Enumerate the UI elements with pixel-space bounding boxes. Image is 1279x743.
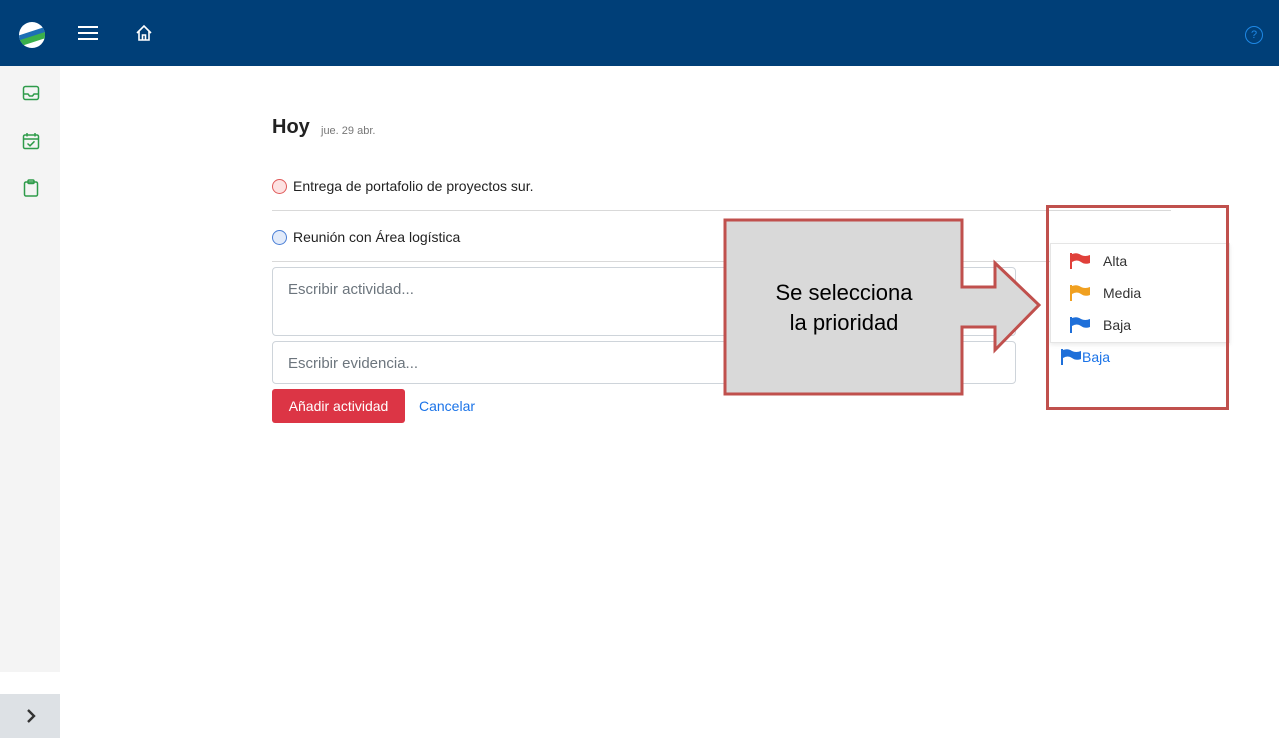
callout-line: la prioridad <box>789 310 899 335</box>
sidebar-expand-button[interactable] <box>0 694 60 738</box>
annotation-callout-arrow <box>723 218 1042 396</box>
annotation-callout-text: Se selecciona la prioridad <box>726 278 962 338</box>
chevron-right-icon <box>27 709 36 723</box>
callout-line: Se selecciona <box>775 280 913 305</box>
